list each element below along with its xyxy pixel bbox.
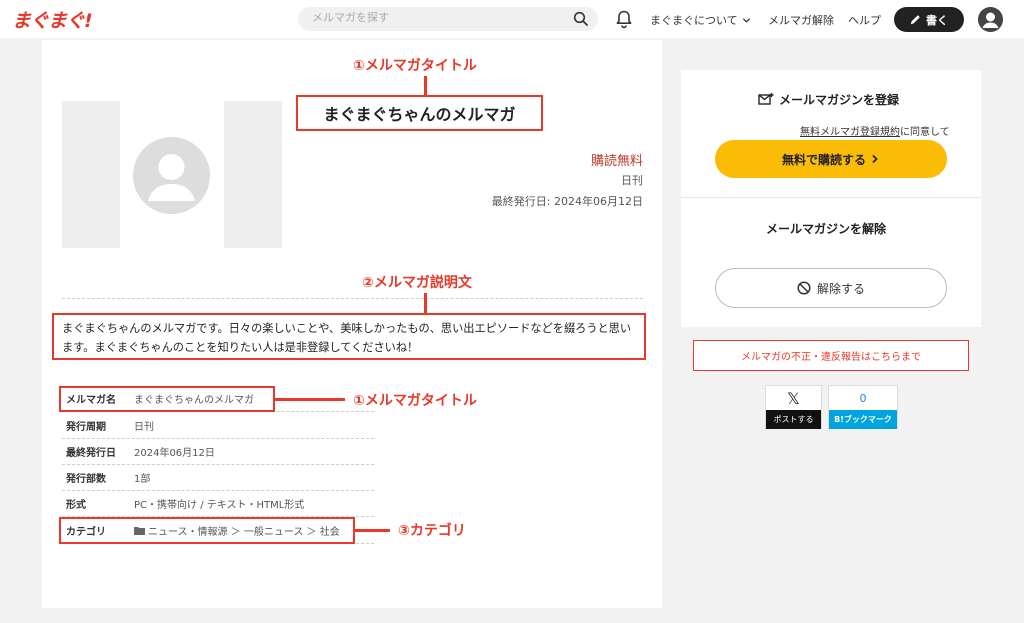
nav-about-label: まぐまぐについて: [650, 14, 738, 27]
register-title-label: メールマガジンを登録: [779, 93, 900, 107]
nav-help[interactable]: ヘルプ: [848, 12, 881, 28]
annotation-connector: [355, 529, 390, 532]
terms-link[interactable]: 無料メルマガ登録規約: [800, 127, 900, 138]
last-issue-date: 最終発行日: 2024年06月12日: [491, 195, 643, 208]
write-button[interactable]: 書く: [894, 7, 964, 32]
publisher-avatar-icon: [133, 137, 210, 214]
chevron-down-icon: [742, 17, 750, 23]
info-row-format: 形式 PC・携帯向け / テキスト・HTML形式: [62, 491, 374, 517]
divider: [681, 197, 981, 198]
search-input[interactable]: [312, 11, 562, 24]
subscribe-button[interactable]: 無料で購読する: [715, 140, 947, 178]
unsubscribe-label: 解除する: [816, 281, 865, 296]
terms-agreement: 無料メルマガ登録規約に同意して: [800, 123, 950, 138]
nav-about[interactable]: まぐまぐについて: [650, 12, 751, 28]
highlight-box-name: [59, 386, 275, 412]
annotation-connector: [424, 293, 427, 313]
mail-plus-icon: [758, 93, 774, 105]
annotation-title: ①メルマガタイトル: [353, 58, 477, 74]
chevron-right-icon: [872, 154, 878, 164]
report-link[interactable]: メルマガの不正・違反報告はこちらまで: [693, 340, 969, 371]
info-key: 最終発行日: [66, 448, 116, 459]
write-label: 書く: [926, 13, 948, 27]
x-share-button[interactable]: 𝕏 ポストする: [765, 385, 822, 429]
info-key: 発行部数: [66, 474, 106, 485]
hatena-label: B!ブックマーク: [829, 410, 897, 429]
annotation-description: ②メルマガ説明文: [362, 275, 472, 291]
terms-suffix: に同意して: [900, 127, 950, 138]
info-value: PC・携帯向け / テキスト・HTML形式: [134, 500, 305, 511]
divider: [62, 298, 643, 299]
user-avatar-icon[interactable]: [978, 7, 1003, 32]
info-value: 2024年06月12日: [134, 448, 215, 459]
x-share-label: ポストする: [766, 410, 821, 429]
info-row-last-issue: 最終発行日 2024年06月12日: [62, 439, 374, 465]
prohibited-icon: [797, 281, 811, 295]
info-value: 1部: [134, 474, 151, 485]
top-header: まぐまぐ! まぐまぐについて メルマガ解除 ヘルプ 書く: [0, 0, 1024, 38]
highlight-box-category: [59, 517, 355, 544]
price-label: 購読無料: [590, 154, 643, 169]
hatena-count: 0: [859, 391, 867, 405]
unsubscribe-button[interactable]: 解除する: [715, 268, 947, 308]
info-key: 形式: [66, 500, 86, 511]
bell-icon[interactable]: [614, 9, 634, 29]
x-logo-icon: 𝕏: [787, 388, 800, 408]
logo[interactable]: まぐまぐ!: [12, 6, 93, 33]
thumbnail-left-panel: [62, 101, 120, 248]
thumbnail-right-panel: [224, 101, 282, 248]
register-title: メールマガジンを登録: [758, 91, 899, 108]
annotation-category: ③カテゴリ: [398, 523, 466, 539]
unsubscribe-title: メールマガジンを解除: [766, 222, 887, 236]
hatena-bookmark-button[interactable]: 0 B!ブックマーク: [828, 385, 898, 429]
pencil-icon: [910, 15, 920, 25]
nav-unsubscribe[interactable]: メルマガ解除: [768, 12, 834, 28]
subscribe-label: 無料で購読する: [781, 152, 866, 167]
info-row-frequency: 発行周期 日刊: [62, 413, 374, 439]
info-key: 発行周期: [66, 422, 106, 433]
info-row-circulation: 発行部数 1部: [62, 465, 374, 491]
magazine-title: まぐまぐちゃんのメルマガ: [296, 95, 543, 131]
info-value: 日刊: [134, 422, 154, 433]
frequency-label: 日刊: [621, 174, 643, 187]
search-icon[interactable]: [573, 11, 589, 27]
annotation-table-title: ①メルマガタイトル: [353, 393, 477, 409]
search-bar[interactable]: [298, 7, 598, 31]
magazine-description: まぐまぐちゃんのメルマガです。日々の楽しいことや、美味しかったもの、思い出エピソ…: [52, 313, 646, 360]
annotation-connector: [275, 398, 345, 401]
annotation-connector: [424, 76, 427, 96]
